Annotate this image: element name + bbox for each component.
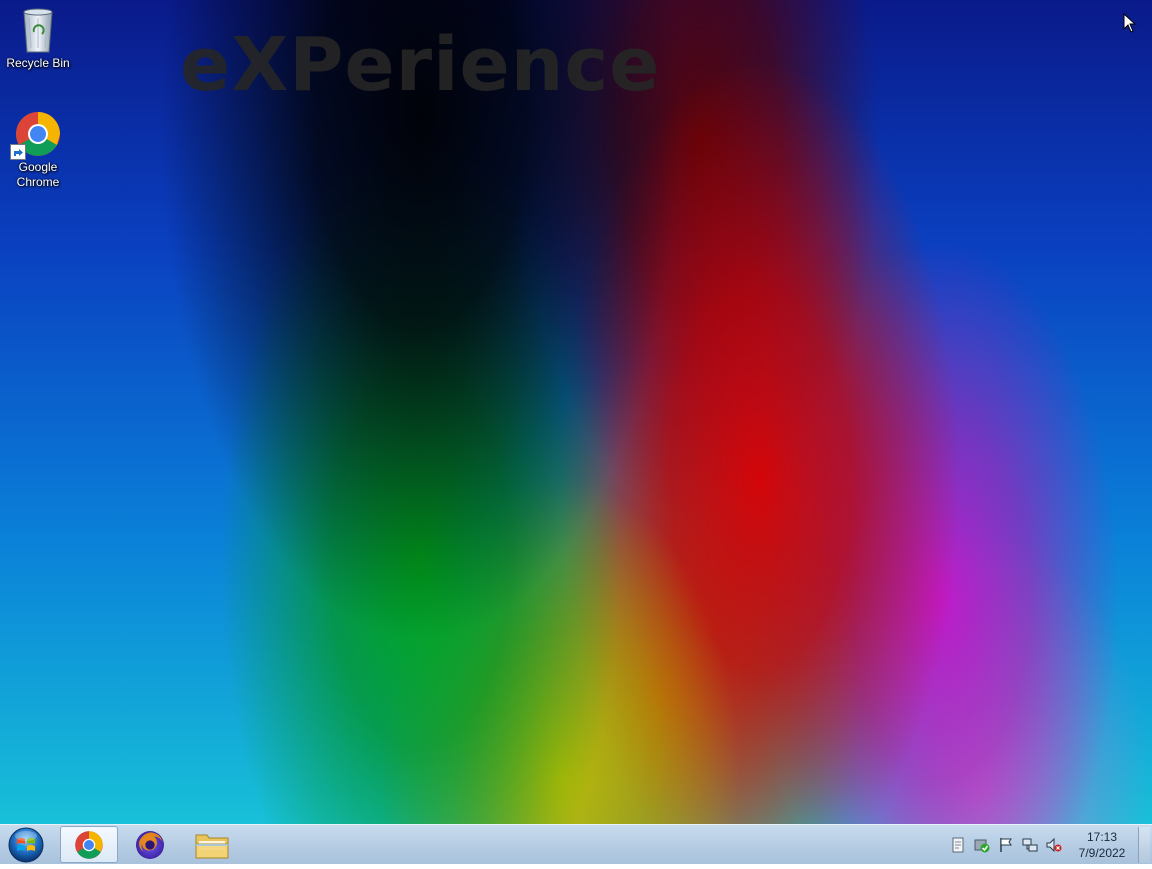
folder-icon bbox=[195, 834, 229, 858]
security-check-icon[interactable] bbox=[974, 837, 990, 853]
chrome-icon bbox=[75, 830, 103, 859]
system-clock[interactable]: 17:13 7/9/2022 bbox=[1070, 829, 1134, 861]
taskbar-button-firefox[interactable] bbox=[121, 826, 179, 863]
network-icon[interactable] bbox=[1022, 837, 1038, 853]
taskbar: 17:13 7/9/2022 bbox=[0, 824, 1152, 864]
desktop-icon-label: Google Chrome bbox=[16, 160, 60, 189]
desktop-icon-label: Recycle Bin bbox=[6, 56, 70, 70]
wallpaper-watermark: eXPerience bbox=[180, 22, 661, 108]
clock-time: 17:13 bbox=[1086, 830, 1118, 844]
taskbar-button-google-chrome[interactable] bbox=[60, 826, 118, 863]
chrome-icon bbox=[10, 110, 62, 160]
clock-date: 7/9/2022 bbox=[1078, 846, 1126, 860]
mouse-pointer-icon bbox=[1123, 13, 1137, 33]
show-desktop-button[interactable] bbox=[1138, 827, 1150, 863]
action-center-flag-icon[interactable] bbox=[998, 837, 1014, 853]
wallpaper-color-blobs bbox=[0, 0, 1152, 824]
desktop-icon-google-chrome[interactable]: Google Chrome bbox=[2, 110, 74, 190]
desktop: eXPerience Recycle Bin Google Chrome bbox=[0, 0, 1152, 824]
taskbar-button-file-explorer[interactable] bbox=[183, 826, 241, 863]
volume-muted-icon[interactable] bbox=[1046, 837, 1062, 853]
notes-icon[interactable] bbox=[950, 837, 966, 853]
windows-orb-icon bbox=[8, 827, 44, 863]
shortcut-arrow-icon bbox=[10, 144, 26, 160]
desktop-icon-recycle-bin[interactable]: Recycle Bin bbox=[2, 6, 74, 71]
firefox-icon bbox=[136, 830, 164, 859]
recycle-bin-icon bbox=[14, 6, 62, 54]
start-button[interactable] bbox=[3, 826, 49, 864]
